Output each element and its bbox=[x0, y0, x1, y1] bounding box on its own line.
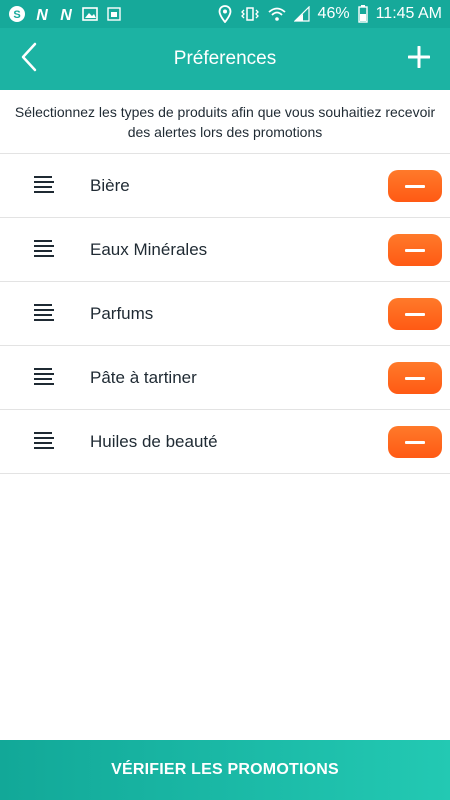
status-bar: S N N 46% 11:45 AM bbox=[0, 0, 450, 28]
app-header: Préferences bbox=[0, 28, 450, 90]
signal-icon bbox=[293, 6, 310, 22]
list-item-label: Parfums bbox=[90, 303, 154, 323]
page-title: Préferences bbox=[173, 48, 277, 69]
minus-icon bbox=[405, 184, 425, 188]
minus-icon bbox=[405, 312, 425, 316]
status-time: 11:45 AM bbox=[375, 5, 442, 22]
vibrate-icon bbox=[240, 6, 260, 22]
remove-button[interactable] bbox=[388, 298, 442, 330]
list-lines-icon bbox=[33, 367, 55, 389]
svg-text:N: N bbox=[60, 7, 72, 22]
wifi-icon bbox=[267, 6, 286, 22]
list-item: Eaux Minérales bbox=[0, 218, 450, 282]
plus-icon bbox=[407, 45, 431, 73]
list-item-label: Huiles de beauté bbox=[90, 431, 218, 451]
add-preference-button[interactable] bbox=[402, 42, 436, 76]
n-icon: N bbox=[34, 6, 50, 22]
chevron-left-icon bbox=[20, 42, 38, 77]
minus-icon bbox=[405, 248, 425, 252]
location-icon bbox=[218, 5, 232, 23]
back-button[interactable] bbox=[14, 42, 44, 76]
list-item: Parfums bbox=[0, 282, 450, 346]
description-text: Sélectionnez les types de produits afin … bbox=[0, 90, 450, 154]
skype-icon: S bbox=[8, 5, 26, 23]
android-icon bbox=[106, 6, 122, 22]
battery-icon bbox=[357, 5, 368, 23]
battery-percent: 46% bbox=[317, 5, 350, 22]
remove-button[interactable] bbox=[388, 362, 442, 394]
n-icon: N bbox=[58, 6, 74, 22]
remove-button[interactable] bbox=[388, 234, 442, 266]
status-left-icons: S N N bbox=[8, 5, 122, 23]
minus-icon bbox=[405, 376, 425, 380]
verify-promotions-button[interactable]: VÉRIFIER LES PROMOTIONS bbox=[0, 740, 450, 800]
list-item-label: Bière bbox=[90, 175, 130, 195]
list-item: Pâte à tartiner bbox=[0, 346, 450, 410]
remove-button[interactable] bbox=[388, 170, 442, 202]
status-right-icons: 46% 11:45 AM bbox=[218, 5, 442, 23]
list-lines-icon bbox=[33, 175, 55, 197]
list-item-label: Eaux Minérales bbox=[90, 239, 208, 259]
list-item-label: Pâte à tartiner bbox=[90, 367, 197, 387]
list-lines-icon bbox=[33, 239, 55, 261]
list-item: Bière bbox=[0, 154, 450, 218]
image-icon bbox=[82, 6, 98, 22]
list-lines-icon bbox=[33, 303, 55, 325]
list-lines-icon bbox=[33, 431, 55, 453]
verify-promotions-label: VÉRIFIER LES PROMOTIONS bbox=[111, 761, 339, 778]
remove-button[interactable] bbox=[388, 426, 442, 458]
preferences-list: Bière Eaux Minérales Parfums Pâte à tart… bbox=[0, 154, 450, 474]
minus-icon bbox=[405, 440, 425, 444]
svg-text:N: N bbox=[36, 7, 48, 22]
svg-text:S: S bbox=[13, 9, 20, 21]
list-item: Huiles de beauté bbox=[0, 410, 450, 474]
